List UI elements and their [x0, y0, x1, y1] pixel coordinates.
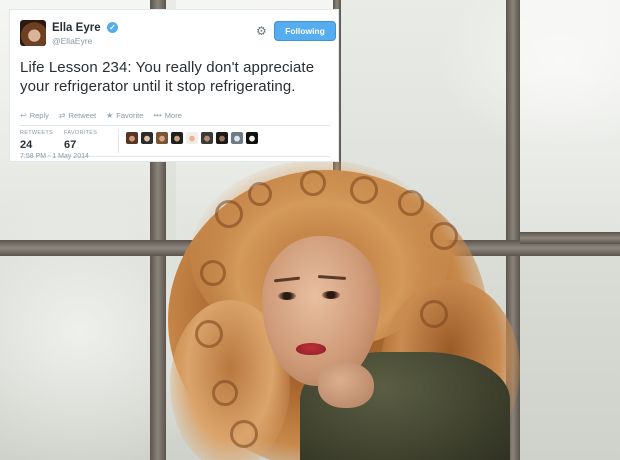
retweet-icon: ⇄	[58, 111, 66, 120]
avatar[interactable]	[126, 132, 138, 144]
more-button[interactable]: ••• More	[153, 111, 182, 120]
stats-divider	[118, 129, 119, 153]
gear-icon[interactable]: ⚙	[256, 24, 267, 38]
favoriter-avatars	[126, 132, 258, 144]
favorite-button[interactable]: ★ Favorite	[106, 111, 143, 120]
favorite-icon: ★	[106, 111, 114, 120]
more-icon: •••	[153, 111, 162, 120]
avatar[interactable]	[246, 132, 258, 144]
author-handle[interactable]: @EllaEyre	[52, 36, 92, 46]
reply-icon: ↩	[20, 111, 27, 120]
retweets-label: RETWEETS	[20, 130, 53, 136]
avatar[interactable]	[156, 132, 168, 144]
tweet-card: Ella Eyre ✓ @EllaEyre ⚙ Following Life L…	[9, 9, 339, 162]
avatar[interactable]	[186, 132, 198, 144]
favorites-stat[interactable]: FAVORITES 67	[64, 130, 97, 151]
tweet-actions: ↩ Reply ⇄ Retweet ★ Favorite ••• More	[20, 111, 182, 120]
favorites-count: 67	[64, 139, 77, 151]
verified-badge-icon: ✓	[107, 22, 118, 33]
avatar[interactable]	[231, 132, 243, 144]
favorite-label: Favorite	[116, 111, 144, 120]
retweets-stat[interactable]: RETWEETS 24	[20, 130, 53, 151]
avatar[interactable]	[216, 132, 228, 144]
avatar[interactable]	[201, 132, 213, 144]
avatar[interactable]	[20, 20, 46, 46]
following-button[interactable]: Following	[274, 21, 336, 41]
favorites-label: FAVORITES	[64, 130, 98, 136]
more-label: More	[164, 111, 182, 120]
avatar[interactable]	[141, 132, 153, 144]
tweet-timestamp[interactable]: 7:58 PM - 1 May 2014	[20, 153, 89, 160]
tweet-text: Life Lesson 234: You really don't apprec…	[20, 59, 315, 95]
author-name[interactable]: Ella Eyre	[52, 22, 101, 34]
reply-button[interactable]: ↩ Reply	[20, 111, 49, 120]
retweet-label: Retweet	[68, 111, 97, 120]
retweet-button[interactable]: ⇄ Retweet	[59, 111, 96, 120]
retweets-count: 24	[20, 139, 33, 151]
reply-label: Reply	[29, 111, 49, 120]
avatar[interactable]	[171, 132, 183, 144]
